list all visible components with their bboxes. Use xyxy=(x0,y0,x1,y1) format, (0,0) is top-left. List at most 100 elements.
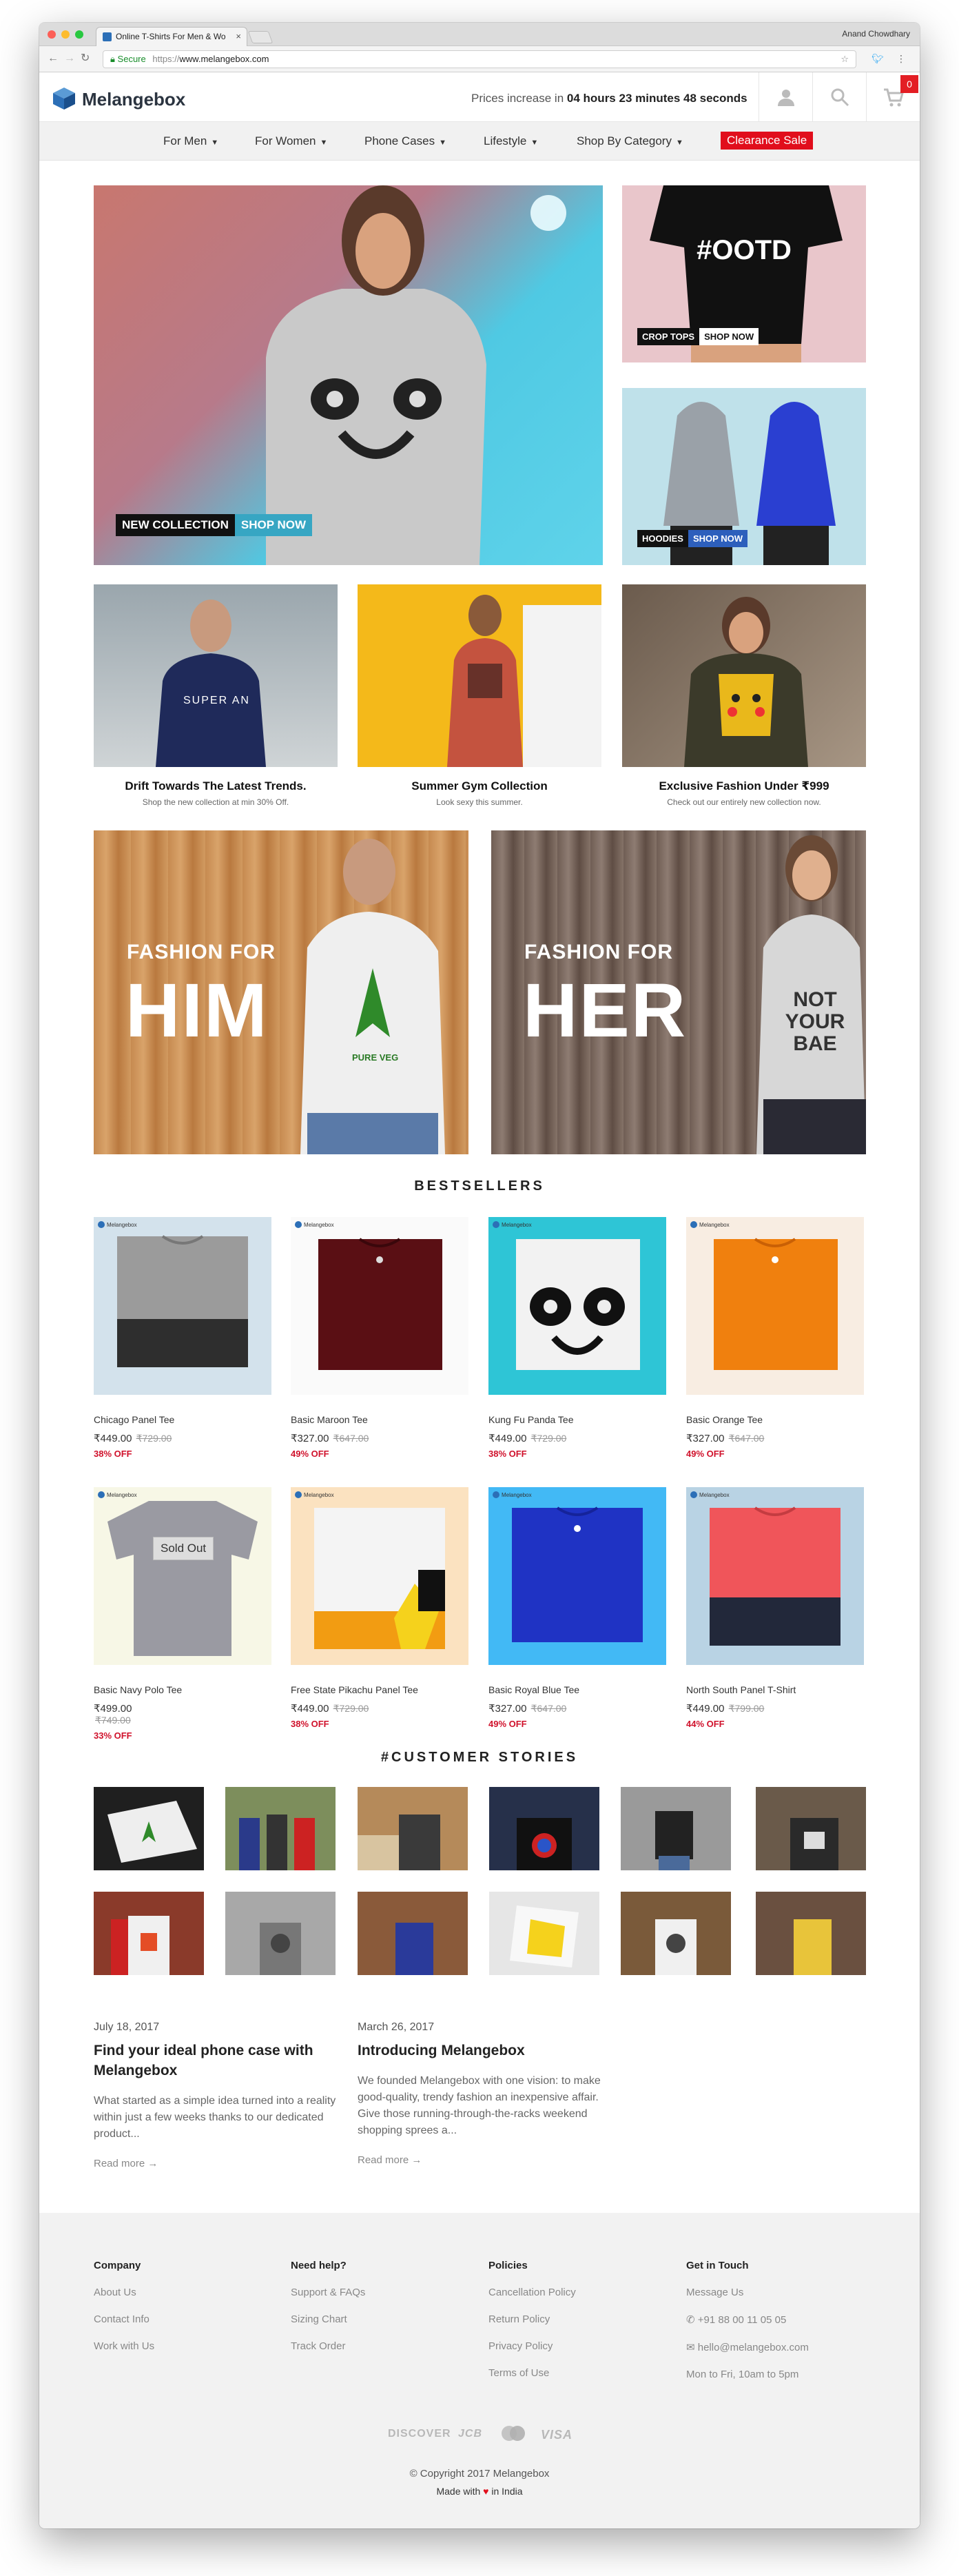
blog-post[interactable]: March 26, 2017 Introducing Melangebox We… xyxy=(358,2021,606,2166)
product-name[interactable]: Basic Royal Blue Tee xyxy=(488,1684,666,1695)
story-image xyxy=(239,1815,315,1870)
hero-main-tag[interactable]: NEW COLLECTION SHOP NOW xyxy=(116,514,313,536)
product-card[interactable]: Melangebox Sold Out Basic Navy Polo Tee … xyxy=(94,1487,271,1741)
promo-under-999-caption[interactable]: Exclusive Fashion Under ₹999 Check out o… xyxy=(622,779,866,807)
product-name[interactable]: Free State Pikachu Panel Tee xyxy=(291,1684,468,1695)
hoodies-shop-now[interactable]: SHOP NOW xyxy=(688,530,747,547)
nav-for-men[interactable]: For Men ▼ xyxy=(163,134,218,148)
clearance-sale-button[interactable]: Clearance Sale xyxy=(721,132,814,150)
product-name[interactable]: Kung Fu Panda Tee xyxy=(488,1414,666,1425)
customer-story-photo[interactable] xyxy=(621,1787,731,1870)
fashion-for-her-banner[interactable]: FASHION FOR HER NOT YOUR BAE xyxy=(491,830,866,1154)
product-card[interactable]: Melangebox Free State Pikachu Panel Tee … xyxy=(291,1487,468,1729)
customer-story-photo[interactable] xyxy=(225,1892,336,1975)
blog-post[interactable]: July 18, 2017 Find your ideal phone case… xyxy=(94,2021,342,2169)
footer-link[interactable]: Contact Info xyxy=(94,2313,273,2325)
bookmark-star-icon[interactable]: ☆ xyxy=(841,51,849,68)
footer-link[interactable]: Terms of Use xyxy=(488,2367,668,2379)
melangebox-logo-icon[interactable] xyxy=(52,86,76,111)
browser-tab[interactable]: Online T-Shirts For Men & Wo × xyxy=(96,27,247,46)
fashion-for-him-banner[interactable]: FASHION FOR HIM PURE VEG xyxy=(94,830,468,1154)
search-button[interactable] xyxy=(812,72,866,122)
footer-link[interactable]: Cancellation Policy xyxy=(488,2287,668,2298)
customer-story-photo[interactable] xyxy=(489,1892,599,1975)
nav-for-women[interactable]: For Women ▼ xyxy=(255,134,327,148)
hoodies-tag[interactable]: HOODIES SHOP NOW xyxy=(637,530,747,547)
product-image[interactable]: Melangebox xyxy=(686,1487,864,1665)
product-image[interactable]: Melangebox xyxy=(488,1217,666,1395)
close-window-button[interactable] xyxy=(48,30,56,39)
product-image[interactable]: Melangebox xyxy=(686,1217,864,1395)
product-name[interactable]: North South Panel T-Shirt xyxy=(686,1684,864,1695)
maximize-window-button[interactable] xyxy=(75,30,83,39)
account-button[interactable] xyxy=(759,72,812,122)
hero-new-collection[interactable]: NEW COLLECTION SHOP NOW xyxy=(94,185,603,565)
customer-story-photo[interactable] xyxy=(621,1892,731,1975)
cart-button[interactable]: 0 xyxy=(866,72,920,122)
product-image[interactable]: Melangebox xyxy=(291,1217,468,1395)
new-tab-button[interactable] xyxy=(247,31,274,43)
profile-name[interactable]: Anand Chowdhary xyxy=(842,29,910,39)
footer-link[interactable]: About Us xyxy=(94,2287,273,2298)
back-arrow-icon[interactable]: ← xyxy=(48,52,59,65)
hero-hoodies[interactable]: HOODIES SHOP NOW xyxy=(622,388,866,565)
product-card[interactable]: Melangebox North South Panel T-Shirt ₹44… xyxy=(686,1487,864,1729)
promo-under-999-image[interactable] xyxy=(622,584,866,767)
logo-text[interactable]: Melangebox xyxy=(82,89,185,110)
nav-lifestyle[interactable]: Lifestyle ▼ xyxy=(484,134,538,148)
product-image[interactable]: Melangebox Sold Out xyxy=(94,1487,271,1665)
promo-latest-trends-image[interactable]: SUPER AN xyxy=(94,584,338,767)
product-name[interactable]: Basic Maroon Tee xyxy=(291,1414,468,1425)
product-card[interactable]: Melangebox Chicago Panel Tee ₹449.00 ₹72… xyxy=(94,1217,271,1459)
product-card[interactable]: Melangebox Basic Maroon Tee ₹327.00 ₹647… xyxy=(291,1217,468,1459)
footer-link[interactable]: Track Order xyxy=(291,2340,470,2352)
customer-story-photo[interactable] xyxy=(756,1892,866,1975)
promo-latest-trends-caption[interactable]: Drift Towards The Latest Trends. Shop th… xyxy=(94,779,338,807)
footer-link[interactable]: Sizing Chart xyxy=(291,2313,470,2325)
footer-link[interactable]: Support & FAQs xyxy=(291,2287,470,2298)
product-image[interactable]: Melangebox xyxy=(488,1487,666,1665)
crop-tops-shop-now[interactable]: SHOP NOW xyxy=(699,328,759,345)
browser-menu-icon[interactable]: ⋮ xyxy=(896,53,906,65)
forward-arrow-icon[interactable]: → xyxy=(64,52,75,65)
nav-phone-cases[interactable]: Phone Cases ▼ xyxy=(364,134,446,148)
crop-tops-tag[interactable]: CROP TOPS SHOP NOW xyxy=(637,328,759,345)
nav-shop-by-category[interactable]: Shop By Category ▼ xyxy=(577,134,683,148)
customer-story-photo[interactable] xyxy=(756,1787,866,1870)
footer-phone[interactable]: ✆ +91 88 00 11 05 05 xyxy=(686,2313,865,2326)
product-name[interactable]: Chicago Panel Tee xyxy=(94,1414,271,1425)
customer-story-photo[interactable] xyxy=(358,1892,468,1975)
nav-label: Shop By Category xyxy=(577,134,672,147)
product-card[interactable]: Melangebox Kung Fu Panda Tee ₹449.00 ₹72… xyxy=(488,1217,666,1459)
read-more-link[interactable]: Read more → xyxy=(358,2154,606,2166)
address-bar[interactable]: 🔒︎ Secure https://www.melangebox.com ☆ xyxy=(103,50,856,68)
promo-gym-caption[interactable]: Summer Gym Collection Look sexy this sum… xyxy=(358,779,601,807)
product-card[interactable]: Melangebox Basic Royal Blue Tee ₹327.00 … xyxy=(488,1487,666,1729)
product-card[interactable]: Melangebox Basic Orange Tee ₹327.00 ₹647… xyxy=(686,1217,864,1459)
footer-email[interactable]: ✉ hello@melangebox.com xyxy=(686,2341,865,2353)
blog-title[interactable]: Introducing Melangebox xyxy=(358,2041,606,2061)
message-us-link[interactable]: Message Us xyxy=(686,2287,865,2298)
minimize-window-button[interactable] xyxy=(61,30,70,39)
product-name[interactable]: Basic Navy Polo Tee xyxy=(94,1684,271,1695)
hero-crop-tops[interactable]: #OOTD CROP TOPS SHOP NOW xyxy=(622,185,866,362)
customer-story-photo[interactable] xyxy=(94,1892,204,1975)
hero-main-shop-now[interactable]: SHOP NOW xyxy=(234,514,313,536)
footer-link[interactable]: Return Policy xyxy=(488,2313,668,2325)
promo-gym-image[interactable] xyxy=(358,584,601,767)
customer-story-photo[interactable] xyxy=(358,1787,468,1870)
footer-link[interactable]: Privacy Policy xyxy=(488,2340,668,2352)
read-more-link[interactable]: Read more → xyxy=(94,2158,342,2169)
product-image[interactable]: Melangebox xyxy=(291,1487,468,1665)
customer-story-photo[interactable] xyxy=(489,1787,599,1870)
customer-story-photo[interactable] xyxy=(94,1787,204,1870)
twitter-extension-icon[interactable]: 🐦︎ xyxy=(872,53,884,65)
reload-icon[interactable]: ↻ xyxy=(81,52,90,65)
blog-title[interactable]: Find your ideal phone case with Melangeb… xyxy=(94,2041,342,2081)
product-name[interactable]: Basic Orange Tee xyxy=(686,1414,864,1425)
footer-heading: Need help? xyxy=(291,2260,347,2271)
tab-close-icon[interactable]: × xyxy=(236,28,241,45)
customer-story-photo[interactable] xyxy=(225,1787,336,1870)
footer-link[interactable]: Work with Us xyxy=(94,2340,273,2352)
product-image[interactable]: Melangebox xyxy=(94,1217,271,1395)
